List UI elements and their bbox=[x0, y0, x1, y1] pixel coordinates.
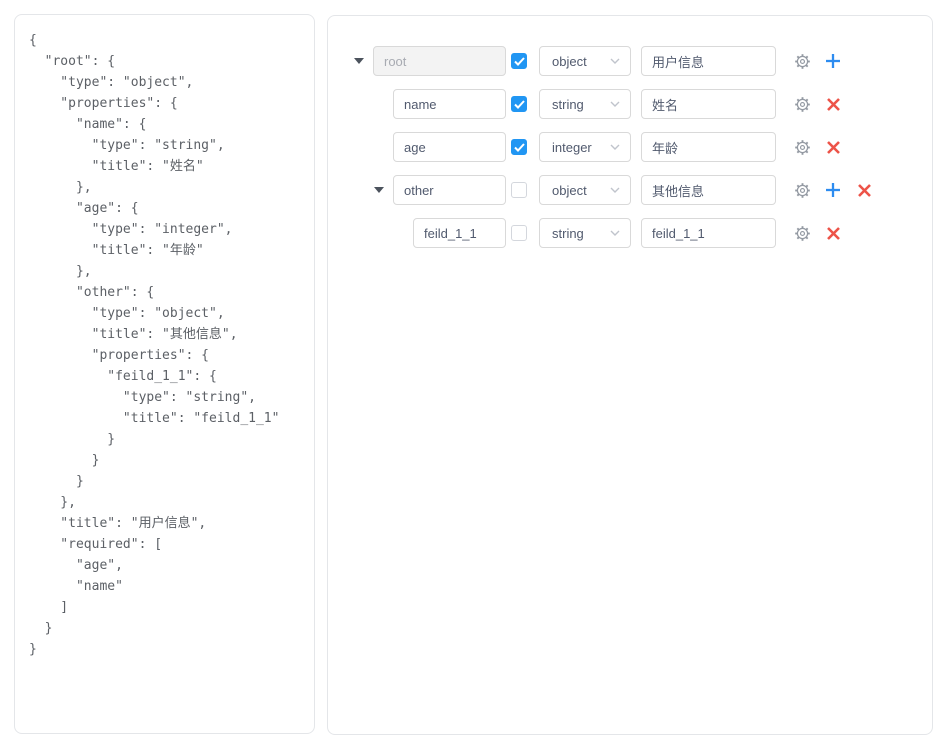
field-name-input[interactable] bbox=[373, 46, 506, 76]
schema-row-root: object bbox=[328, 46, 932, 76]
settings-gear-icon[interactable] bbox=[793, 95, 811, 113]
tree-cell bbox=[328, 132, 506, 162]
row-actions bbox=[793, 95, 842, 113]
type-select[interactable]: integer bbox=[539, 132, 631, 162]
type-select-value: string bbox=[552, 226, 610, 241]
type-select-value: object bbox=[552, 54, 610, 69]
required-checkbox[interactable] bbox=[511, 96, 527, 112]
schema-row-other: object bbox=[328, 175, 932, 205]
type-select-value: integer bbox=[552, 140, 610, 155]
row-actions bbox=[793, 138, 842, 156]
type-select-value: object bbox=[552, 183, 610, 198]
tree-cell bbox=[328, 175, 506, 205]
field-name-input[interactable] bbox=[393, 132, 506, 162]
add-child-icon[interactable] bbox=[824, 52, 842, 70]
chevron-down-icon bbox=[610, 187, 620, 193]
row-actions bbox=[793, 181, 873, 199]
chevron-down-icon bbox=[610, 144, 620, 150]
type-select[interactable]: object bbox=[539, 46, 631, 76]
chevron-down-icon bbox=[610, 101, 620, 107]
required-checkbox[interactable] bbox=[511, 139, 527, 155]
check-icon bbox=[514, 100, 525, 109]
settings-gear-icon[interactable] bbox=[793, 52, 811, 70]
field-name-input[interactable] bbox=[413, 218, 506, 248]
field-title-input[interactable] bbox=[641, 175, 776, 205]
tree-cell bbox=[328, 218, 506, 248]
required-checkbox[interactable] bbox=[511, 53, 527, 69]
field-title-input[interactable] bbox=[641, 218, 776, 248]
remove-field-icon[interactable] bbox=[824, 138, 842, 156]
caret-down-icon[interactable] bbox=[354, 58, 364, 64]
type-select[interactable]: string bbox=[539, 218, 631, 248]
settings-gear-icon[interactable] bbox=[793, 224, 811, 242]
tree-cell bbox=[328, 46, 506, 76]
field-name-input[interactable] bbox=[393, 175, 506, 205]
caret-down-icon[interactable] bbox=[374, 187, 384, 193]
settings-gear-icon[interactable] bbox=[793, 181, 811, 199]
type-select[interactable]: object bbox=[539, 175, 631, 205]
settings-gear-icon[interactable] bbox=[793, 138, 811, 156]
schema-row-name: string bbox=[328, 89, 932, 119]
json-preview-panel: { "root": { "type": "object", "propertie… bbox=[14, 14, 315, 734]
field-title-input[interactable] bbox=[641, 132, 776, 162]
chevron-down-icon bbox=[610, 230, 620, 236]
remove-field-icon[interactable] bbox=[855, 181, 873, 199]
required-checkbox[interactable] bbox=[511, 182, 527, 198]
field-title-input[interactable] bbox=[641, 46, 776, 76]
schema-row-age: integer bbox=[328, 132, 932, 162]
json-code: { "root": { "type": "object", "propertie… bbox=[15, 15, 314, 660]
row-actions bbox=[793, 224, 842, 242]
field-title-input[interactable] bbox=[641, 89, 776, 119]
row-actions bbox=[793, 52, 842, 70]
check-icon bbox=[514, 57, 525, 66]
remove-field-icon[interactable] bbox=[824, 224, 842, 242]
add-child-icon[interactable] bbox=[824, 181, 842, 199]
tree-cell bbox=[328, 89, 506, 119]
type-select-value: string bbox=[552, 97, 610, 112]
remove-field-icon[interactable] bbox=[824, 95, 842, 113]
field-name-input[interactable] bbox=[393, 89, 506, 119]
check-icon bbox=[514, 143, 525, 152]
chevron-down-icon bbox=[610, 58, 620, 64]
type-select[interactable]: string bbox=[539, 89, 631, 119]
schema-row-feild-1-1: string bbox=[328, 218, 932, 248]
schema-editor-panel: object bbox=[327, 15, 933, 735]
required-checkbox[interactable] bbox=[511, 225, 527, 241]
